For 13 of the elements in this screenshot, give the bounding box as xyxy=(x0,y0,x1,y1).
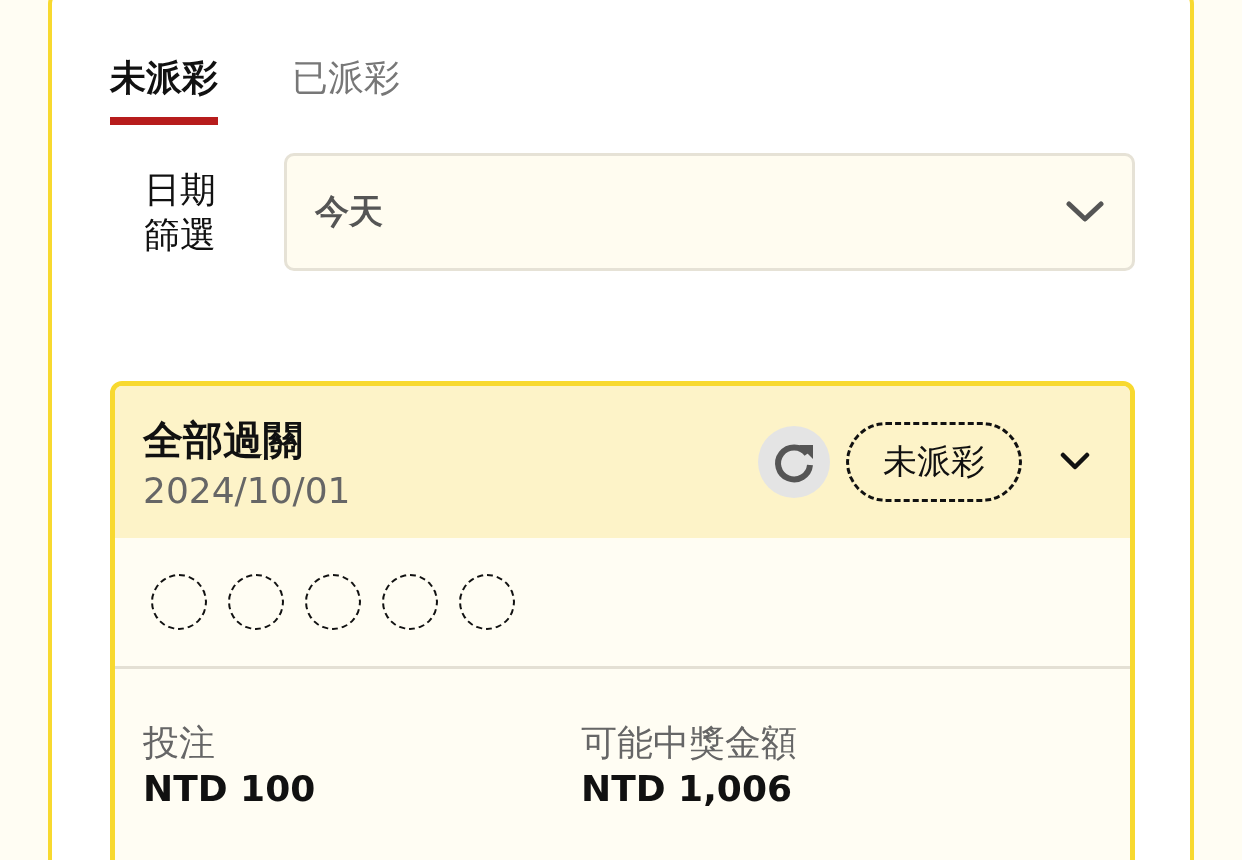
stat-value: NTD 1,006 xyxy=(581,768,793,809)
bet-date: 2024/10/01 xyxy=(143,470,352,511)
status-badge: 未派彩 xyxy=(846,422,1022,502)
date-select[interactable]: 今天 xyxy=(284,153,1135,271)
stat-label: 可能中獎金額 xyxy=(581,721,798,765)
stat-value: NTD 100 xyxy=(143,768,317,809)
chevron-down-icon xyxy=(1066,201,1104,223)
chevron-down-icon[interactable] xyxy=(1060,452,1090,472)
tab[interactable]: 未派彩 xyxy=(110,48,218,125)
filter-label: 日期篩選 xyxy=(144,168,216,257)
tab[interactable]: 已派彩 xyxy=(292,48,400,125)
stat-label: 投注 xyxy=(143,721,216,765)
bet-title: 全部過關 xyxy=(143,416,304,465)
